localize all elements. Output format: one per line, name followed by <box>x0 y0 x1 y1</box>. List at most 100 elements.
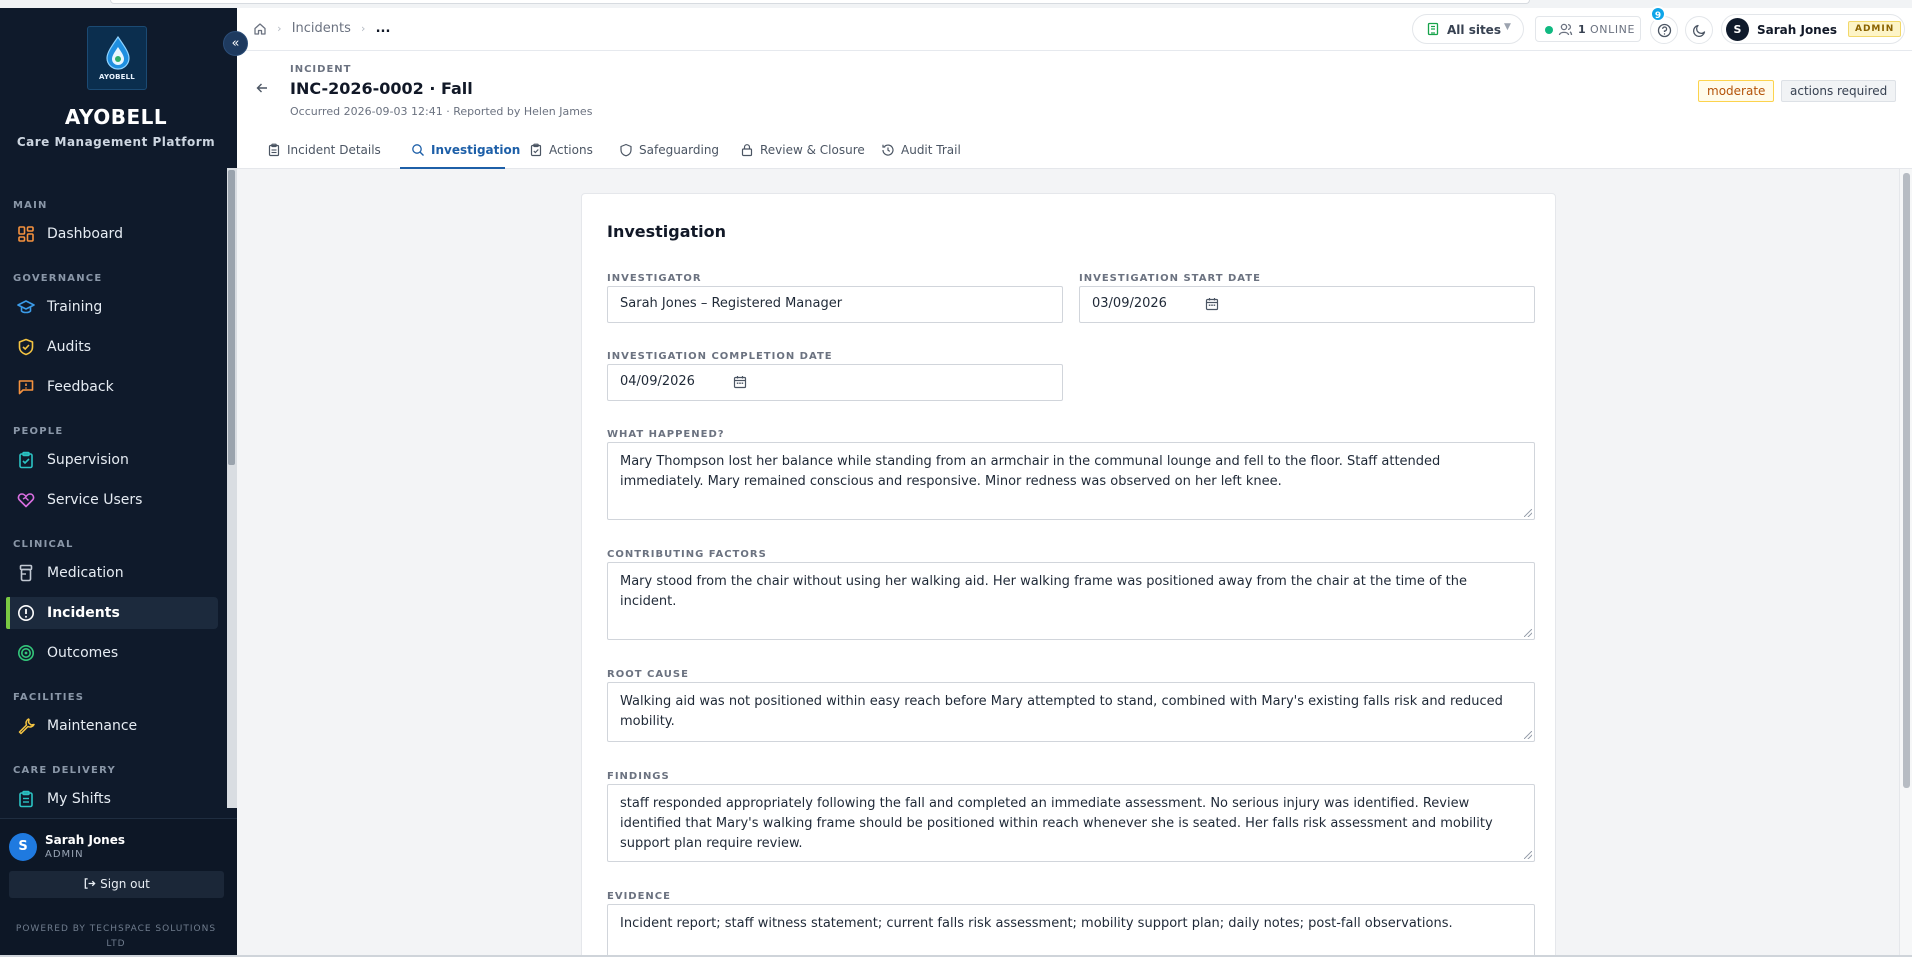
chevron-right-icon: › <box>277 22 282 35</box>
search-icon <box>412 144 424 156</box>
sidebar-item-label: Training <box>47 299 103 315</box>
sidebar-item-label: My Shifts <box>47 791 111 807</box>
findings-label: FINDINGS <box>607 771 670 782</box>
theme-toggle-button[interactable] <box>1685 16 1713 44</box>
sidebar-item-audits[interactable]: Audits <box>6 331 218 363</box>
message-square-icon <box>18 380 34 395</box>
calendar-icon[interactable] <box>733 375 747 389</box>
calendar-icon[interactable] <box>1205 297 1219 311</box>
sidebar-item-maintenance[interactable]: Maintenance <box>6 710 218 742</box>
log-out-icon <box>84 878 96 889</box>
nav-section-care-delivery: CARE DELIVERY <box>13 765 116 776</box>
sidebar-item-label: Medication <box>47 565 124 581</box>
chevron-down-icon: ▼ <box>1504 22 1511 32</box>
what-happened-textarea[interactable]: Mary Thompson lost her balance while sta… <box>607 442 1535 520</box>
top-user-name: Sarah Jones <box>1757 23 1838 37</box>
sidebar-item-label: Outcomes <box>47 645 119 661</box>
sidebar-user-name: Sarah Jones <box>45 833 126 847</box>
sidebar-item-feedback[interactable]: Feedback <box>6 371 218 403</box>
contributing-factors-label: CONTRIBUTING FACTORS <box>607 549 767 560</box>
sidebar-item-label: Dashboard <box>47 226 123 242</box>
breadcrumb-incidents[interactable]: Incidents <box>292 21 351 36</box>
online-label: ONLINE <box>1590 23 1636 36</box>
sidebar-item-label: Feedback <box>47 379 114 395</box>
brand-block: AYOBELL AYOBELL Care Management Platform <box>0 8 237 158</box>
sidebar-item-label: Service Users <box>47 492 143 508</box>
notification-count-badge: 9 <box>1650 6 1666 22</box>
sidebar: AYOBELL AYOBELL Care Management Platform… <box>0 8 237 955</box>
clipboard-check-icon <box>530 143 542 157</box>
powered-by-text: POWERED BY TECHSPACE SOLUTIONS LTD <box>15 924 217 949</box>
sidebar-item-medication[interactable]: Medication <box>6 557 218 589</box>
root-cause-textarea[interactable]: Walking aid was not positioned within ea… <box>607 682 1535 742</box>
brand-subtitle: Care Management Platform <box>16 135 216 149</box>
site-select[interactable]: All sites ▼ <box>1412 14 1524 44</box>
building-icon <box>1427 22 1439 36</box>
help-circle-icon <box>1657 23 1672 38</box>
graduation-cap-icon <box>17 300 35 314</box>
evidence-textarea[interactable]: Incident report; staff witness statement… <box>607 904 1535 955</box>
back-button[interactable] <box>255 81 269 99</box>
sign-out-button[interactable]: Sign out <box>9 871 224 898</box>
start-date-label: INVESTIGATION START DATE <box>1079 273 1261 284</box>
sidebar-item-service-users[interactable]: Service Users <box>6 484 218 516</box>
collapse-sidebar-button[interactable]: « <box>223 31 248 56</box>
address-bar-edge <box>110 0 1530 4</box>
brand-logo: AYOBELL <box>87 26 147 90</box>
online-users-indicator[interactable]: 1 ONLINE <box>1535 16 1641 42</box>
main-scrollbar[interactable] <box>1899 169 1912 955</box>
start-date-field[interactable]: 03/09/2026 <box>1079 286 1535 323</box>
findings-textarea[interactable]: staff responded appropriately following … <box>607 784 1535 862</box>
sidebar-item-my-shifts[interactable]: My Shifts <box>6 783 218 815</box>
page-header: INCIDENT INC-2026-0002 · Fall Occurred 2… <box>237 51 1912 169</box>
tab-investigation[interactable]: Investigation <box>400 140 520 169</box>
sidebar-item-training[interactable]: Training <box>6 291 218 323</box>
clipboard-check-icon <box>19 451 33 469</box>
pill-bottle-icon <box>19 564 33 582</box>
target-icon <box>18 645 34 661</box>
tab-label: Review & Closure <box>760 143 865 157</box>
tab-safeguarding[interactable]: Safeguarding <box>619 140 719 169</box>
sidebar-item-supervision[interactable]: Supervision <box>6 444 218 476</box>
tab-label: Investigation <box>431 143 521 157</box>
tab-incident-details[interactable]: Incident Details <box>267 140 381 169</box>
avatar: S <box>9 833 37 861</box>
evidence-label: EVIDENCE <box>607 891 671 902</box>
sidebar-scrollbar-thumb[interactable] <box>228 170 235 465</box>
online-status-dot <box>1545 26 1553 34</box>
tab-review-closure[interactable]: Review & Closure <box>740 140 865 169</box>
shield-check-icon <box>18 338 34 356</box>
page-kicker: INCIDENT <box>290 64 352 75</box>
sidebar-item-incidents[interactable]: Incidents <box>6 597 218 629</box>
user-menu[interactable]: S Sarah Jones ADMIN <box>1721 14 1905 44</box>
contributing-factors-textarea[interactable]: Mary stood from the chair without using … <box>607 562 1535 640</box>
severity-badge: moderate <box>1698 80 1775 102</box>
avatar: S <box>1726 18 1749 41</box>
tab-audit-trail[interactable]: Audit Trail <box>881 140 971 169</box>
clipboard-icon <box>268 143 280 157</box>
sidebar-item-label: Incidents <box>47 605 120 621</box>
investigator-field[interactable]: Sarah Jones – Registered Manager <box>607 286 1063 323</box>
tab-label: Audit Trail <box>901 143 961 157</box>
start-date-value: 03/09/2026 <box>1092 296 1167 311</box>
completion-date-field[interactable]: 04/09/2026 <box>607 364 1063 401</box>
sidebar-item-outcomes[interactable]: Outcomes <box>6 637 218 669</box>
arrow-left-icon <box>256 83 267 93</box>
droplet-logo-icon <box>106 35 130 70</box>
completion-date-value: 04/09/2026 <box>620 374 695 389</box>
home-icon[interactable] <box>253 22 267 36</box>
sidebar-user-role: ADMIN <box>45 849 84 860</box>
sidebar-user-block: S Sarah Jones ADMIN Sign out POWERED BY … <box>0 818 237 955</box>
chevrons-left-icon: « <box>231 36 240 51</box>
sign-out-label: Sign out <box>100 877 150 891</box>
breadcrumb: › Incidents › ... <box>253 21 390 36</box>
site-select-value: All sites <box>1447 23 1501 37</box>
tab-actions[interactable]: Actions <box>529 140 599 169</box>
main-scrollbar-thumb[interactable] <box>1903 173 1910 788</box>
shield-icon <box>620 143 632 157</box>
history-icon <box>882 144 894 156</box>
nav-section-clinical: CLINICAL <box>13 539 74 550</box>
online-count: 1 <box>1578 23 1587 36</box>
sidebar-item-dashboard[interactable]: Dashboard <box>6 218 218 250</box>
nav-section-governance: GOVERNANCE <box>13 273 103 284</box>
